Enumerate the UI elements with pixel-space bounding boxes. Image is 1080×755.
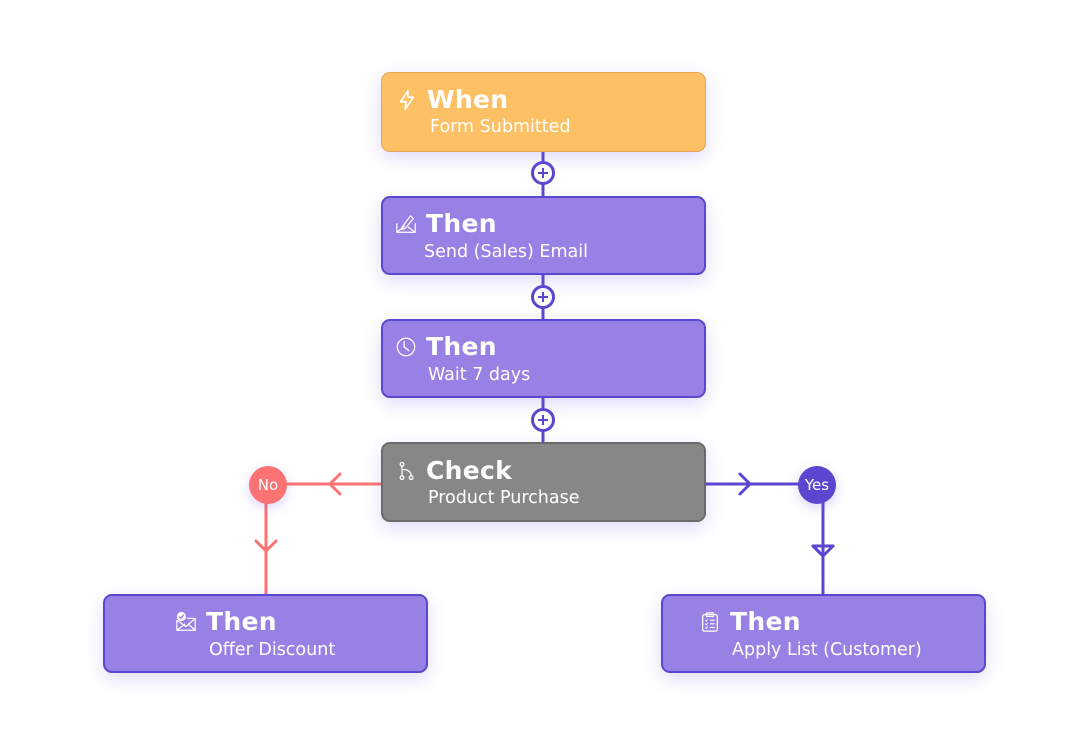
- yes-branch-badge[interactable]: Yes: [798, 466, 836, 504]
- add-step-button-1[interactable]: [530, 160, 556, 186]
- condition-node-product-purchase[interactable]: Check Product Purchase: [381, 442, 706, 522]
- node-title: Then: [206, 607, 277, 636]
- add-step-button-2[interactable]: [530, 284, 556, 310]
- node-subtitle: Apply List (Customer): [732, 640, 922, 660]
- action-node-apply-list[interactable]: Then Apply List (Customer): [661, 594, 986, 673]
- node-title: Then: [426, 332, 497, 361]
- node-title: Then: [730, 607, 801, 636]
- node-subtitle: Offer Discount: [209, 640, 336, 660]
- branch-icon: [399, 461, 414, 480]
- email-edit-icon: [396, 214, 416, 233]
- trigger-node-form-submitted[interactable]: When Form Submitted: [381, 72, 706, 152]
- action-node-send-email[interactable]: Then Send (Sales) Email: [381, 196, 706, 275]
- node-subtitle: Product Purchase: [428, 488, 580, 508]
- node-subtitle: Wait 7 days: [428, 365, 531, 385]
- clipboard-list-icon: [702, 611, 718, 632]
- node-title: Then: [426, 209, 497, 238]
- add-step-button-3[interactable]: [530, 407, 556, 433]
- clock-icon: [396, 337, 416, 356]
- node-subtitle: Form Submitted: [430, 117, 571, 137]
- email-check-icon: [176, 611, 196, 631]
- no-branch-badge[interactable]: No: [249, 466, 287, 504]
- node-title: When: [427, 85, 509, 114]
- lightning-icon: [399, 89, 415, 110]
- action-node-wait[interactable]: Then Wait 7 days: [381, 319, 706, 398]
- workflow-canvas: When Form Submitted Then Send (Sales) Em…: [0, 0, 1080, 755]
- node-title: Check: [426, 456, 513, 485]
- node-subtitle: Send (Sales) Email: [424, 242, 588, 262]
- action-node-offer-discount[interactable]: Then Offer Discount: [103, 594, 428, 673]
